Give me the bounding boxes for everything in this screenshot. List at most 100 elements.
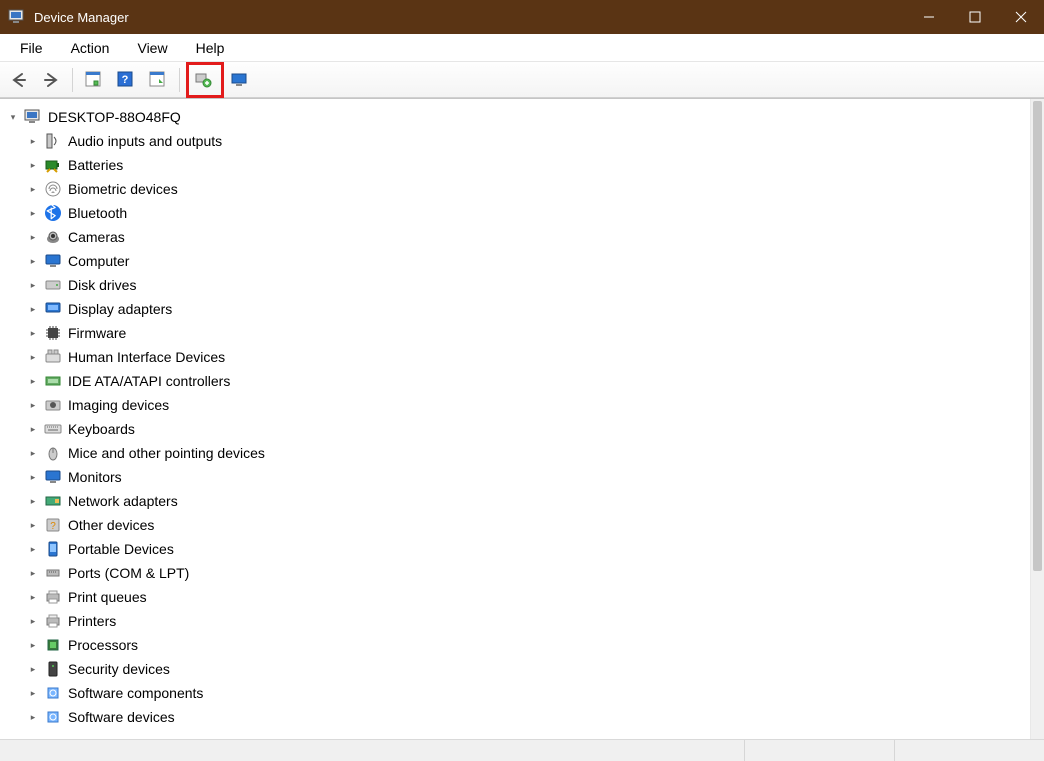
menu-help[interactable]: Help (182, 36, 239, 60)
chevron-right-icon[interactable]: ▸ (26, 158, 40, 172)
chevron-right-icon[interactable]: ▸ (26, 182, 40, 196)
tree-category[interactable]: ▸ Print queues (26, 585, 1030, 609)
chevron-right-icon[interactable]: ▸ (26, 230, 40, 244)
content-area: ▾ DESKTOP-88O48FQ ▸ Audio inputs and outp… (0, 98, 1044, 739)
menu-action[interactable]: Action (57, 36, 124, 60)
chevron-right-icon[interactable]: ▸ (26, 326, 40, 340)
tree-category-label: Print queues (68, 589, 147, 605)
chevron-right-icon[interactable]: ▸ (26, 566, 40, 580)
maximize-button[interactable] (952, 0, 998, 34)
chevron-right-icon[interactable]: ▸ (26, 374, 40, 388)
panel-icon (85, 71, 103, 89)
help-button[interactable] (111, 66, 141, 94)
port-icon (44, 564, 62, 582)
unknown-icon (44, 516, 62, 534)
tree-category-label: Disk drives (68, 277, 136, 293)
chevron-right-icon[interactable]: ▸ (26, 206, 40, 220)
console-tree-button[interactable] (79, 66, 109, 94)
tree-category-label: Ports (COM & LPT) (68, 565, 189, 581)
chevron-right-icon[interactable]: ▸ (26, 662, 40, 676)
tree-category[interactable]: ▸ Imaging devices (26, 393, 1030, 417)
back-button[interactable] (4, 66, 34, 94)
chevron-right-icon[interactable]: ▸ (26, 134, 40, 148)
fingerprint-icon (44, 180, 62, 198)
menu-file[interactable]: File (6, 36, 57, 60)
scan-hardware-button[interactable] (190, 66, 220, 94)
display-icon (44, 300, 62, 318)
tree-category-label: Mice and other pointing devices (68, 445, 265, 461)
chevron-right-icon[interactable]: ▸ (26, 590, 40, 604)
statusbar-pane (894, 740, 1044, 761)
tree-category-label: Firmware (68, 325, 126, 341)
tree-category[interactable]: ▸Software devices (26, 705, 1030, 729)
chevron-right-icon[interactable]: ▸ (26, 470, 40, 484)
device-tree[interactable]: ▾ DESKTOP-88O48FQ ▸ Audio inputs and outp… (0, 99, 1030, 739)
chevron-right-icon[interactable]: ▸ (26, 398, 40, 412)
tree-category[interactable]: ▸Processors (26, 633, 1030, 657)
chevron-right-icon[interactable]: ▸ (26, 422, 40, 436)
tree-category-label: Audio inputs and outputs (68, 133, 222, 149)
vertical-scrollbar[interactable] (1030, 99, 1044, 739)
chevron-right-icon[interactable]: ▸ (26, 494, 40, 508)
chevron-right-icon[interactable]: ▸ (26, 614, 40, 628)
tree-category[interactable]: ▸ Disk drives (26, 273, 1030, 297)
toolbar-separator (179, 68, 180, 92)
chevron-down-icon[interactable]: ▾ (6, 110, 20, 124)
security-icon (44, 660, 62, 678)
tree-category-label: Biometric devices (68, 181, 178, 197)
chevron-right-icon[interactable]: ▸ (26, 446, 40, 460)
tree-category-label: Display adapters (68, 301, 172, 317)
software-icon (44, 684, 62, 702)
chevron-right-icon[interactable]: ▸ (26, 638, 40, 652)
chevron-right-icon[interactable]: ▸ (26, 278, 40, 292)
tree-category[interactable]: ▸ Ports (COM & LPT) (26, 561, 1030, 585)
menu-view[interactable]: View (123, 36, 181, 60)
tree-category-label: Computer (68, 253, 129, 269)
tree-category[interactable]: ▸ Cameras (26, 225, 1030, 249)
tree-category[interactable]: ▸Keyboards (26, 417, 1030, 441)
cpu-icon (44, 636, 62, 654)
tree-category[interactable]: ▸ Security devices (26, 657, 1030, 681)
tree-root[interactable]: ▾ DESKTOP-88O48FQ (6, 105, 1030, 129)
chevron-right-icon[interactable]: ▸ (26, 710, 40, 724)
chevron-right-icon[interactable]: ▸ (26, 518, 40, 532)
tree-category[interactable]: ▸ Audio inputs and outputs (26, 129, 1030, 153)
tree-category[interactable]: ▸ Biometric devices (26, 177, 1030, 201)
tree-category[interactable]: ▸ Mice and other pointing devices (26, 441, 1030, 465)
chevron-right-icon[interactable]: ▸ (26, 686, 40, 700)
tree-category[interactable]: ▸ Other devices (26, 513, 1030, 537)
scan-hardware-icon (195, 71, 215, 89)
tree-category[interactable]: ▸Batteries (26, 153, 1030, 177)
minimize-button[interactable] (906, 0, 952, 34)
chevron-right-icon[interactable]: ▸ (26, 254, 40, 268)
tree-category[interactable]: ▸Portable Devices (26, 537, 1030, 561)
add-legacy-hardware-button[interactable] (226, 66, 256, 94)
tree-category[interactable]: ▸ Firmware (26, 321, 1030, 345)
tree-category[interactable]: ▸Bluetooth (26, 201, 1030, 225)
tree-category-label: Imaging devices (68, 397, 169, 413)
chevron-right-icon[interactable]: ▸ (26, 302, 40, 316)
chevron-right-icon[interactable]: ▸ (26, 350, 40, 364)
tree-category[interactable]: ▸Printers (26, 609, 1030, 633)
monitor-icon (44, 252, 62, 270)
tree-category[interactable]: ▸Software components (26, 681, 1030, 705)
tree-category[interactable]: ▸ Display adapters (26, 297, 1030, 321)
tree-category-label: Other devices (68, 517, 154, 533)
help-icon (117, 71, 135, 89)
tree-category-label: Security devices (68, 661, 170, 677)
toolbar-separator (72, 68, 73, 92)
tree-category[interactable]: ▸ Computer (26, 249, 1030, 273)
tree-category-label: Cameras (68, 229, 125, 245)
tree-category[interactable]: ▸Human Interface Devices (26, 345, 1030, 369)
tree-category[interactable]: ▸Monitors (26, 465, 1030, 489)
scrollbar-thumb[interactable] (1033, 101, 1042, 571)
tree-category[interactable]: ▸IDE ATA/ATAPI controllers (26, 369, 1030, 393)
action-menu-button[interactable] (143, 66, 173, 94)
chevron-right-icon[interactable]: ▸ (26, 542, 40, 556)
tree-root-label: DESKTOP-88O48FQ (48, 109, 181, 125)
highlight-annotation (186, 62, 224, 98)
tree-category[interactable]: ▸Network adapters (26, 489, 1030, 513)
netadapter-icon (44, 492, 62, 510)
forward-button[interactable] (36, 66, 66, 94)
close-button[interactable] (998, 0, 1044, 34)
